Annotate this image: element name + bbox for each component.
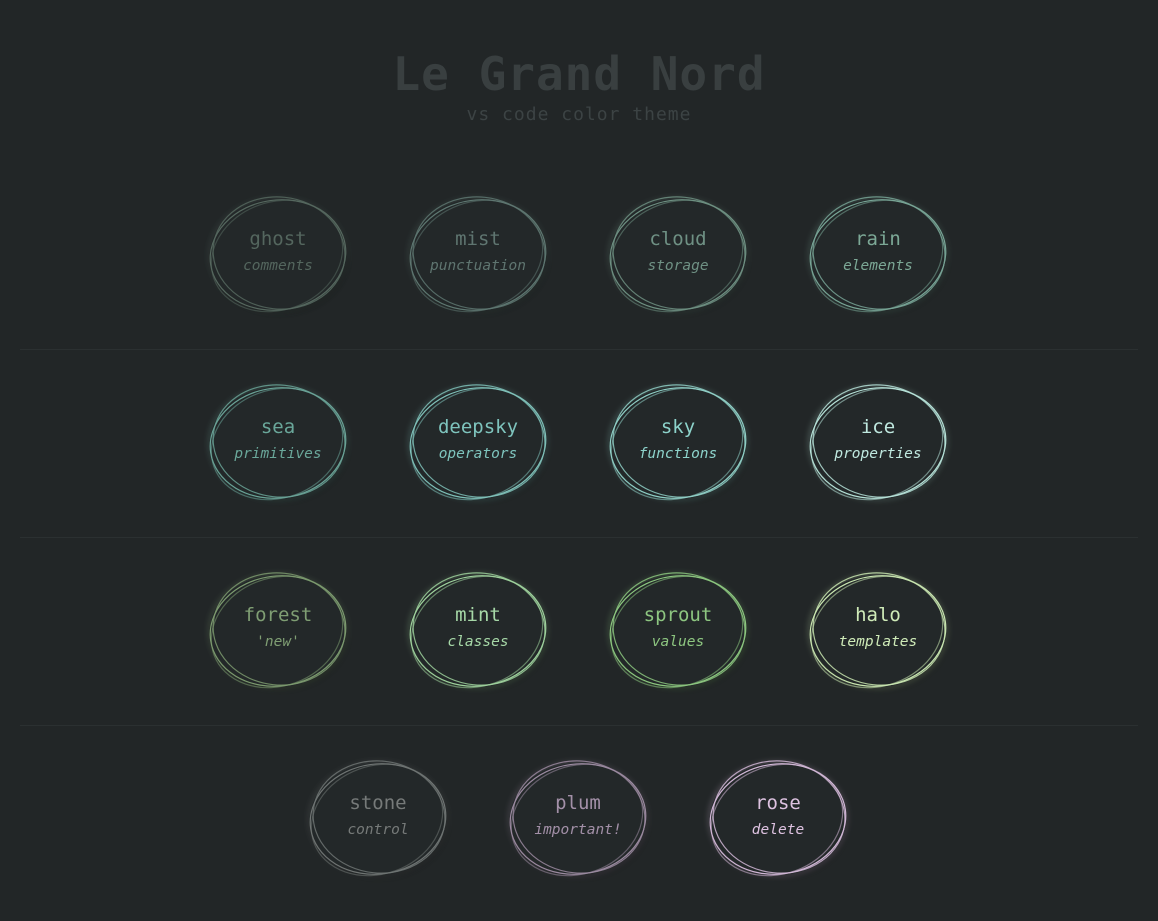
swatch-stone[interactable]: stone control [308,759,454,881]
sketch-ring-icon [708,760,848,878]
row-divider [20,725,1138,726]
swatch-name: plum [555,792,601,814]
swatch-name: stone [349,792,407,814]
swatch-rose[interactable]: rose delete [708,759,854,881]
sketch-ring-icon [408,196,548,314]
sketch-ring-icon [408,384,548,502]
swatch-role: comments [243,258,313,274]
swatch-role: elements [843,258,913,274]
swatch-role: punctuation [429,258,527,274]
sketch-ring-icon [208,196,348,314]
swatch-role: properties [834,446,922,462]
swatch-name: rose [755,792,801,814]
swatch-name: mint [455,604,501,626]
swatch-name: sky [660,416,696,438]
swatch-role: primitives [234,446,322,462]
sketch-ring-icon [608,196,748,314]
swatch-role: storage [647,258,709,274]
row-divider [20,349,1138,350]
swatch-ghost[interactable]: ghost comments [208,195,354,317]
swatch-role: templates [838,634,918,650]
swatch-name: deepsky [437,416,519,438]
swatch-mist[interactable]: mist punctuation [408,195,554,317]
swatch-role: delete [751,822,805,838]
sketch-ring-icon [808,384,948,502]
sketch-ring-icon [608,572,748,690]
swatch-cloud[interactable]: cloud storage [608,195,754,317]
swatch-sky[interactable]: sky functions [608,383,754,505]
row-divider [20,537,1138,538]
swatch-rain[interactable]: rain elements [808,195,954,317]
sketch-ring-icon [308,760,448,878]
sketch-ring-icon [208,572,348,690]
sketch-ring-icon [608,384,748,502]
swatch-role: classes [447,634,509,650]
swatch-name: ice [860,416,896,438]
swatch-name: sea [260,416,296,438]
swatch-name: mist [455,228,501,250]
swatch-name: ghost [249,228,307,250]
swatch-role: important! [534,822,622,838]
sketch-ring-icon [508,760,648,878]
swatch-name: sprout [643,604,713,626]
swatch-ice[interactable]: ice properties [808,383,954,505]
swatch-plum[interactable]: plum important! [508,759,654,881]
sketch-ring-icon [408,572,548,690]
swatch-role: values [651,634,705,650]
swatch-role: operators [438,446,518,462]
sketch-ring-icon [808,196,948,314]
swatch-sprout[interactable]: sprout values [608,571,754,693]
swatch-name: cloud [649,228,707,250]
swatch-name: rain [855,228,901,250]
swatch-row: stone control plum important! rose delete [0,0,1158,878]
swatch-role: functions [638,446,718,462]
swatch-halo[interactable]: halo templates [808,571,954,693]
swatch-name: forest [243,604,313,626]
swatch-mint[interactable]: mint classes [408,571,554,693]
sketch-ring-icon [808,572,948,690]
swatch-name: halo [855,604,901,626]
sketch-ring-icon [208,384,348,502]
swatch-sea[interactable]: sea primitives [208,383,354,505]
swatch-role: control [347,822,409,838]
swatch-role: 'new' [256,634,300,650]
swatch-deepsky[interactable]: deepsky operators [408,383,554,505]
swatch-forest[interactable]: forest 'new' [208,571,354,693]
